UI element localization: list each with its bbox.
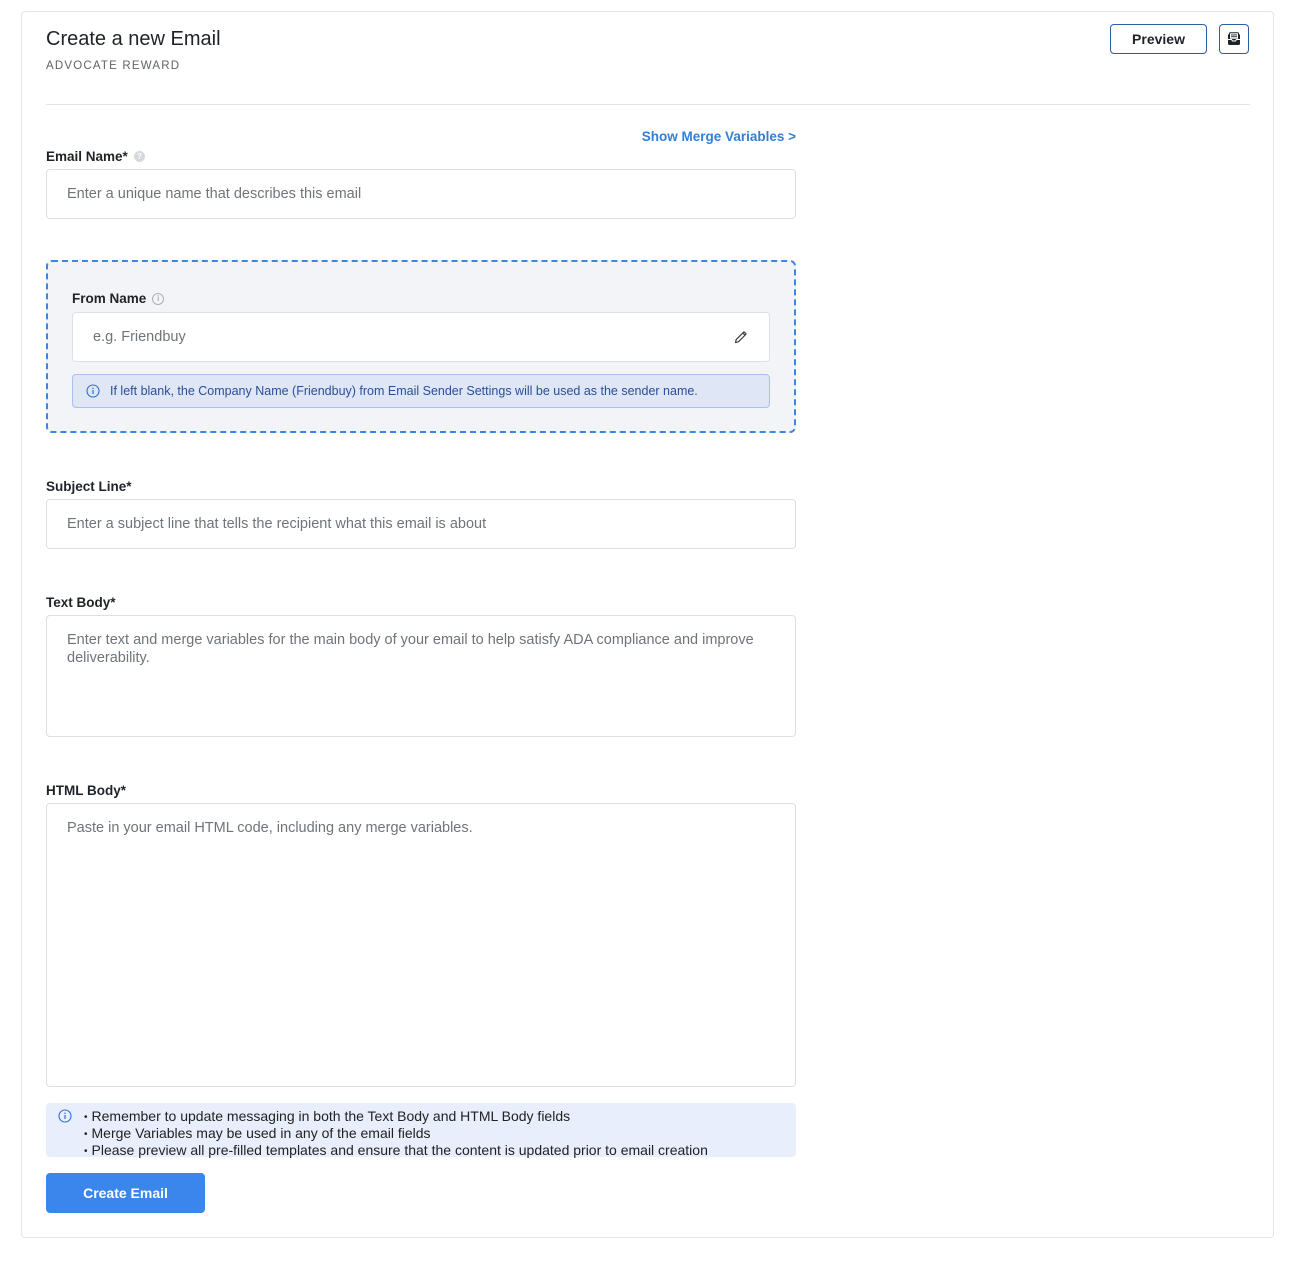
info-circle-icon [58,1109,72,1123]
from-name-label: From Name i [72,291,165,306]
page-subtitle: ADVOCATE REWARD [46,60,181,72]
email-name-input[interactable] [46,169,796,219]
html-body-label-text: HTML Body* [46,783,126,798]
html-body-textarea[interactable] [46,803,796,1087]
from-name-input[interactable] [73,313,769,361]
email-form-card: Create a new Email ADVOCATE REWARD Previ… [21,11,1274,1238]
reminders-notice: Remember to update messaging in both the… [46,1103,796,1157]
subject-line-label: Subject Line* [46,479,132,494]
info-icon[interactable]: i [152,292,165,305]
html-body-label: HTML Body* [46,783,126,798]
pencil-icon[interactable] [733,329,749,345]
show-merge-variables-link[interactable]: Show Merge Variables > [642,129,796,144]
from-name-field[interactable] [72,312,770,362]
text-body-textarea[interactable] [46,615,796,737]
list-item: Merge Variables may be used in any of th… [84,1126,708,1143]
info-circle-icon [86,384,100,398]
header-divider [46,104,1250,105]
inbox-icon [1228,32,1240,45]
email-name-label: Email Name* ? [46,149,145,164]
subject-line-label-text: Subject Line* [46,479,132,494]
list-item: Remember to update messaging in both the… [84,1109,708,1126]
create-email-button[interactable]: Create Email [46,1173,205,1213]
subject-line-input[interactable] [46,499,796,549]
sender-name-notice: If left blank, the Company Name (Friendb… [72,374,770,408]
text-body-label-text: Text Body* [46,595,116,610]
text-body-label: Text Body* [46,595,116,610]
reminders-list: Remember to update messaging in both the… [84,1109,708,1160]
email-name-label-text: Email Name* [46,149,128,164]
preview-button[interactable]: Preview [1110,24,1207,54]
page-title: Create a new Email [46,28,221,50]
from-name-label-text: From Name [72,291,147,306]
list-item: Please preview all pre-filled templates … [84,1143,708,1160]
sender-name-notice-text: If left blank, the Company Name (Friendb… [110,384,698,398]
inbox-button[interactable] [1219,24,1249,54]
help-icon[interactable]: ? [133,151,145,162]
from-name-section: From Name i If left blank, the Company N… [46,260,796,433]
